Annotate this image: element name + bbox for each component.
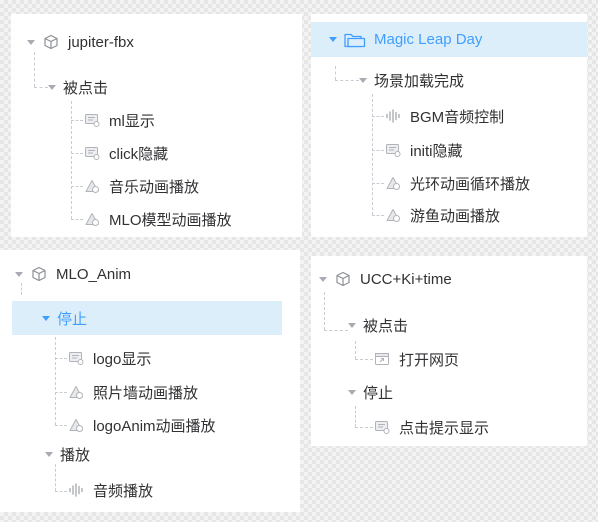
- cube-icon: [30, 265, 48, 283]
- tree-node-label: Magic Leap Day: [374, 31, 483, 48]
- folder-icon: [344, 31, 366, 49]
- tree-leaf-action[interactable]: 照片墙动画播放: [67, 377, 198, 407]
- tree-leaf-action[interactable]: logo显示: [67, 343, 151, 373]
- tree-leaf-label: BGM音频控制: [410, 108, 505, 126]
- panel-mlo-anim: MLO_Anim 停止 logo显示 照片墙动画播放 logoAnim动画播放 …: [0, 250, 300, 512]
- caret-down-icon[interactable]: [15, 271, 23, 277]
- tree-leaf-label: 照片墙动画播放: [93, 384, 199, 402]
- tree-leaf-action[interactable]: 音乐动画播放: [83, 171, 199, 201]
- tree-leaf-label: click隐藏: [109, 145, 169, 163]
- tree-node-event-play[interactable]: 播放: [45, 439, 90, 469]
- tree-node-label: 停止: [363, 384, 394, 402]
- open-webpage-icon: [373, 350, 391, 368]
- caret-down-icon[interactable]: [329, 37, 337, 42]
- tree-leaf-action[interactable]: initi隐藏: [384, 135, 463, 165]
- tree-node-event-stop[interactable]: 停止: [12, 301, 282, 335]
- animation-icon: [384, 174, 402, 192]
- tree-leaf-action[interactable]: 光环动画循环播放: [384, 168, 530, 198]
- tree-node-event-scene-loaded[interactable]: 场景加载完成: [359, 65, 464, 95]
- show-action-icon: [373, 418, 391, 436]
- tree-leaf-label: 点击提示显示: [399, 419, 490, 437]
- tree-node-label: 场景加载完成: [374, 72, 465, 90]
- tree-leaf-label: 音乐动画播放: [109, 178, 200, 196]
- caret-down-icon[interactable]: [27, 39, 35, 45]
- caret-down-icon[interactable]: [45, 451, 53, 457]
- tree-node-jupiter-fbx[interactable]: jupiter-fbx: [27, 27, 134, 57]
- tree-node-label: 被点击: [363, 317, 409, 335]
- animation-icon: [384, 206, 402, 224]
- animation-icon: [83, 177, 101, 195]
- tree-node-event-clicked[interactable]: 被点击: [48, 72, 108, 102]
- caret-down-icon[interactable]: [319, 276, 327, 282]
- tree-leaf-label: MLO模型动画播放: [109, 211, 232, 229]
- tree-leaf-action[interactable]: ml显示: [83, 105, 155, 135]
- tree-node-event-clicked[interactable]: 被点击: [348, 310, 408, 340]
- tree-leaf-action[interactable]: 音频播放: [67, 475, 153, 505]
- tree-leaf-label: initi隐藏: [410, 142, 463, 160]
- show-action-icon: [67, 349, 85, 367]
- tree-leaf-label: logo显示: [93, 350, 152, 368]
- animation-icon: [67, 416, 85, 434]
- hide-action-icon: [384, 141, 402, 159]
- tree-leaf-action[interactable]: 游鱼动画播放: [384, 200, 500, 230]
- animation-icon: [67, 383, 85, 401]
- tree-leaf-action[interactable]: MLO模型动画播放: [83, 204, 232, 234]
- panel-ucc-ki-time: UCC+Ki+time 被点击 打开网页 停止 点击提示显示: [311, 256, 587, 446]
- panel-magic-leap-day: Magic Leap Day 场景加载完成 BGM音频控制 initi隐藏 光环…: [311, 14, 587, 237]
- audio-waveform-icon: [384, 107, 402, 125]
- tree-leaf-label: 打开网页: [399, 351, 460, 369]
- tree-leaf-action[interactable]: BGM音频控制: [384, 101, 504, 131]
- show-action-icon: [83, 111, 101, 129]
- tree-node-label: MLO_Anim: [56, 265, 132, 283]
- caret-down-icon[interactable]: [348, 322, 356, 328]
- tree-leaf-action[interactable]: 点击提示显示: [373, 412, 489, 442]
- tree-leaf-label: ml显示: [109, 112, 155, 130]
- tree-leaf-label: 游鱼动画播放: [410, 207, 501, 225]
- caret-down-icon[interactable]: [359, 77, 367, 83]
- tree-leaf-label: logoAnim动画播放: [93, 417, 216, 435]
- tree-leaf-label: 音频播放: [93, 482, 154, 500]
- caret-down-icon[interactable]: [48, 84, 56, 90]
- cube-icon: [334, 270, 352, 288]
- tree-node-label: 被点击: [63, 79, 109, 97]
- caret-down-icon[interactable]: [42, 315, 50, 321]
- tree-node-label: 播放: [60, 446, 91, 464]
- tree-leaf-action[interactable]: 打开网页: [373, 344, 459, 374]
- tree-node-event-stop[interactable]: 停止: [348, 377, 393, 407]
- tree-leaf-action[interactable]: logoAnim动画播放: [67, 410, 216, 440]
- tree-node-label: jupiter-fbx: [68, 33, 134, 51]
- panel-jupiter-fbx: jupiter-fbx 被点击 ml显示 click隐藏 音乐动画播放 MLO模…: [11, 14, 302, 237]
- tree-leaf-label: 光环动画循环播放: [410, 175, 531, 193]
- tree-node-ucc-ki-time[interactable]: UCC+Ki+time: [319, 264, 452, 294]
- hide-action-icon: [83, 144, 101, 162]
- cube-icon: [42, 33, 60, 51]
- tree-node-label: 停止: [57, 310, 88, 328]
- tree-node-label: UCC+Ki+time: [360, 270, 452, 288]
- tree-node-magic-leap-day[interactable]: Magic Leap Day: [311, 22, 587, 57]
- tree-leaf-action[interactable]: click隐藏: [83, 138, 168, 168]
- audio-waveform-icon: [67, 481, 85, 499]
- tree-node-mlo-anim[interactable]: MLO_Anim: [15, 259, 131, 289]
- caret-down-icon[interactable]: [348, 389, 356, 395]
- animation-icon: [83, 210, 101, 228]
